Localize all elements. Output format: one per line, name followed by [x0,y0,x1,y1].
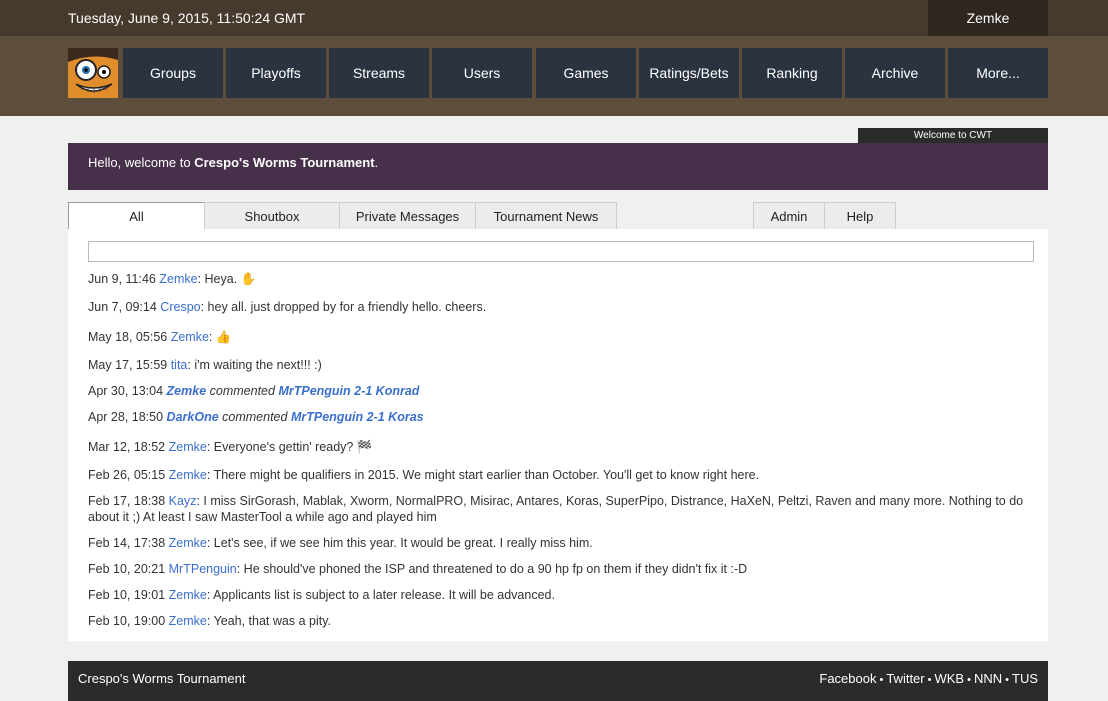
message-time: Feb 10, 20:21 [88,562,166,576]
footer-site-name: Crespo's Worms Tournament [78,671,246,686]
user-menu[interactable]: Zemke [928,0,1048,36]
nav-archive[interactable]: Archive [845,48,945,98]
message-text: : Applicants list is subject to a later … [206,588,555,602]
message-row: Feb 26, 05:15 Zemke: There might be qual… [88,467,1028,483]
banner-prefix: Hello, welcome to [88,155,195,170]
site-logo[interactable] [68,48,118,98]
message-author[interactable]: Zemke [169,614,207,628]
message-time: May 18, 05:56 [88,330,168,344]
tab-shoutbox[interactable]: Shoutbox [204,202,340,230]
message-time: Feb 17, 18:38 [88,494,166,508]
nav-playoffs[interactable]: Playoffs [226,48,326,98]
nav-groups[interactable]: Groups [123,48,223,98]
message-row: Feb 10, 20:21 MrTPenguin: He should've p… [88,561,1028,577]
footer-separator: • [967,674,971,686]
footer-link-wkb[interactable]: WKB [934,671,964,686]
tab-private-messages[interactable]: Private Messages [339,202,476,230]
message-text: : There might be qualifiers in 2015. We … [206,468,760,482]
footer-link-tus[interactable]: TUS [1012,671,1038,686]
message-text: : 👍 [208,330,232,344]
message-text: : I miss SirGorash, Mablak, Xworm, Norma… [88,494,1024,524]
message-author[interactable]: Zemke [167,384,207,398]
message-row: Feb 10, 19:00 Zemke: Yeah, that was a pi… [88,613,1028,629]
message-time: Feb 10, 19:00 [88,614,166,628]
comment-row: Apr 30, 13:04 Zemke commented MrTPenguin… [88,383,1028,399]
message-author[interactable]: Zemke [169,468,207,482]
footer: Crespo's Worms Tournament Facebook • Twitt… [68,661,1048,701]
comment-verb: commented [222,410,288,424]
comment-row: Apr 28, 18:50 DarkOne commented MrTPengu… [88,409,1028,425]
nav-ranking[interactable]: Ranking [742,48,842,98]
footer-links: Facebook • Twitter • WKB • NNN • TUS [819,661,1038,698]
tab-admin[interactable]: Admin [753,202,825,230]
nav-more[interactable]: More... [948,48,1048,98]
message-text: : hey all. just dropped by for a friendl… [200,300,487,314]
message-author[interactable]: Zemke [169,536,207,550]
message-row: Feb 17, 18:38 Kayz: I miss SirGorash, Ma… [88,493,1028,525]
message-author[interactable]: Crespo [160,300,200,314]
message-text: : i'm waiting the next!!! :) [187,358,322,372]
welcome-tab: Welcome to CWT [858,128,1048,143]
message-author[interactable]: Zemke [171,330,209,344]
hello-banner: Hello, welcome to Crespo's Worms Tournam… [68,143,1048,190]
main-nav: Groups Playoffs Streams Users Games Rati… [0,36,1108,116]
message-author[interactable]: Zemke [169,440,207,454]
nav-games[interactable]: Games [536,48,636,98]
nav-users[interactable]: Users [432,48,532,98]
message-time: Feb 26, 05:15 [88,468,166,482]
message-author[interactable]: MrTPenguin [169,562,237,576]
footer-link-twitter[interactable]: Twitter [886,671,924,686]
message-time: May 17, 15:59 [88,358,168,372]
message-text: : He should've phoned the ISP and threat… [236,562,748,576]
message-row: May 18, 05:56 Zemke: 👍 [88,329,1028,345]
banner-site-name: Crespo's Worms Tournament [194,155,375,170]
footer-link-facebook[interactable]: Facebook [819,671,876,686]
message-text: : Everyone's gettin' ready? 🏁 [206,440,373,454]
message-time: Apr 30, 13:04 [88,384,164,398]
message-row: Jun 9, 11:46 Zemke: Heya. ✋ [88,271,1028,287]
message-time: Jun 9, 11:46 [88,272,156,286]
current-datetime: Tuesday, June 9, 2015, 11:50:24 GMT [68,10,306,26]
footer-separator: • [927,674,932,686]
banner-suffix: . [374,155,379,170]
message-panel: Jun 9, 11:46 Zemke: Heya. ✋ Jun 7, 09:14… [68,229,1048,641]
message-row: Mar 12, 18:52 Zemke: Everyone's gettin' … [88,439,1028,455]
game-link[interactable]: MrTPenguin 2-1 Koras [291,410,424,424]
message-author[interactable]: DarkOne [167,410,219,424]
message-time: Apr 28, 18:50 [88,410,164,424]
footer-link-nnn[interactable]: NNN [974,671,1002,686]
top-bar: Tuesday, June 9, 2015, 11:50:24 GMT Zemk… [0,0,1108,36]
tab-help[interactable]: Help [824,202,896,230]
message-time: Mar 12, 18:52 [88,440,166,454]
message-row: May 17, 15:59 tita: i'm waiting the next… [88,357,1028,373]
message-tabs: All Shoutbox Private Messages Tournament… [68,202,1048,230]
nav-ratings-bets[interactable]: Ratings/Bets [639,48,739,98]
tab-all[interactable]: All [68,202,205,230]
message-author[interactable]: tita [171,358,188,372]
footer-separator: • [1005,674,1009,686]
message-time: Feb 14, 17:38 [88,536,166,550]
message-row: Feb 14, 17:38 Zemke: Let's see, if we se… [88,535,1028,551]
message-text: : Yeah, that was a pity. [206,614,332,628]
message-author[interactable]: Zemke [159,272,197,286]
message-author[interactable]: Zemke [169,588,207,602]
message-row: Feb 10, 19:01 Zemke: Applicants list is … [88,587,1028,603]
shout-input[interactable] [88,241,1034,262]
message-time: Feb 10, 19:01 [88,588,166,602]
message-text: : Heya. ✋ [197,272,257,286]
message-text: : Let's see, if we see him this year. It… [206,536,593,550]
message-row: Jun 7, 09:14 Crespo: hey all. just dropp… [88,299,1028,315]
nav-streams[interactable]: Streams [329,48,429,98]
message-author[interactable]: Kayz [169,494,197,508]
tab-tournament-news[interactable]: Tournament News [475,202,617,230]
comment-verb: commented [209,384,275,398]
logo-face-icon [68,48,118,98]
game-link[interactable]: MrTPenguin 2-1 Konrad [278,384,419,398]
message-time: Jun 7, 09:14 [88,300,157,314]
footer-separator: • [879,674,884,686]
